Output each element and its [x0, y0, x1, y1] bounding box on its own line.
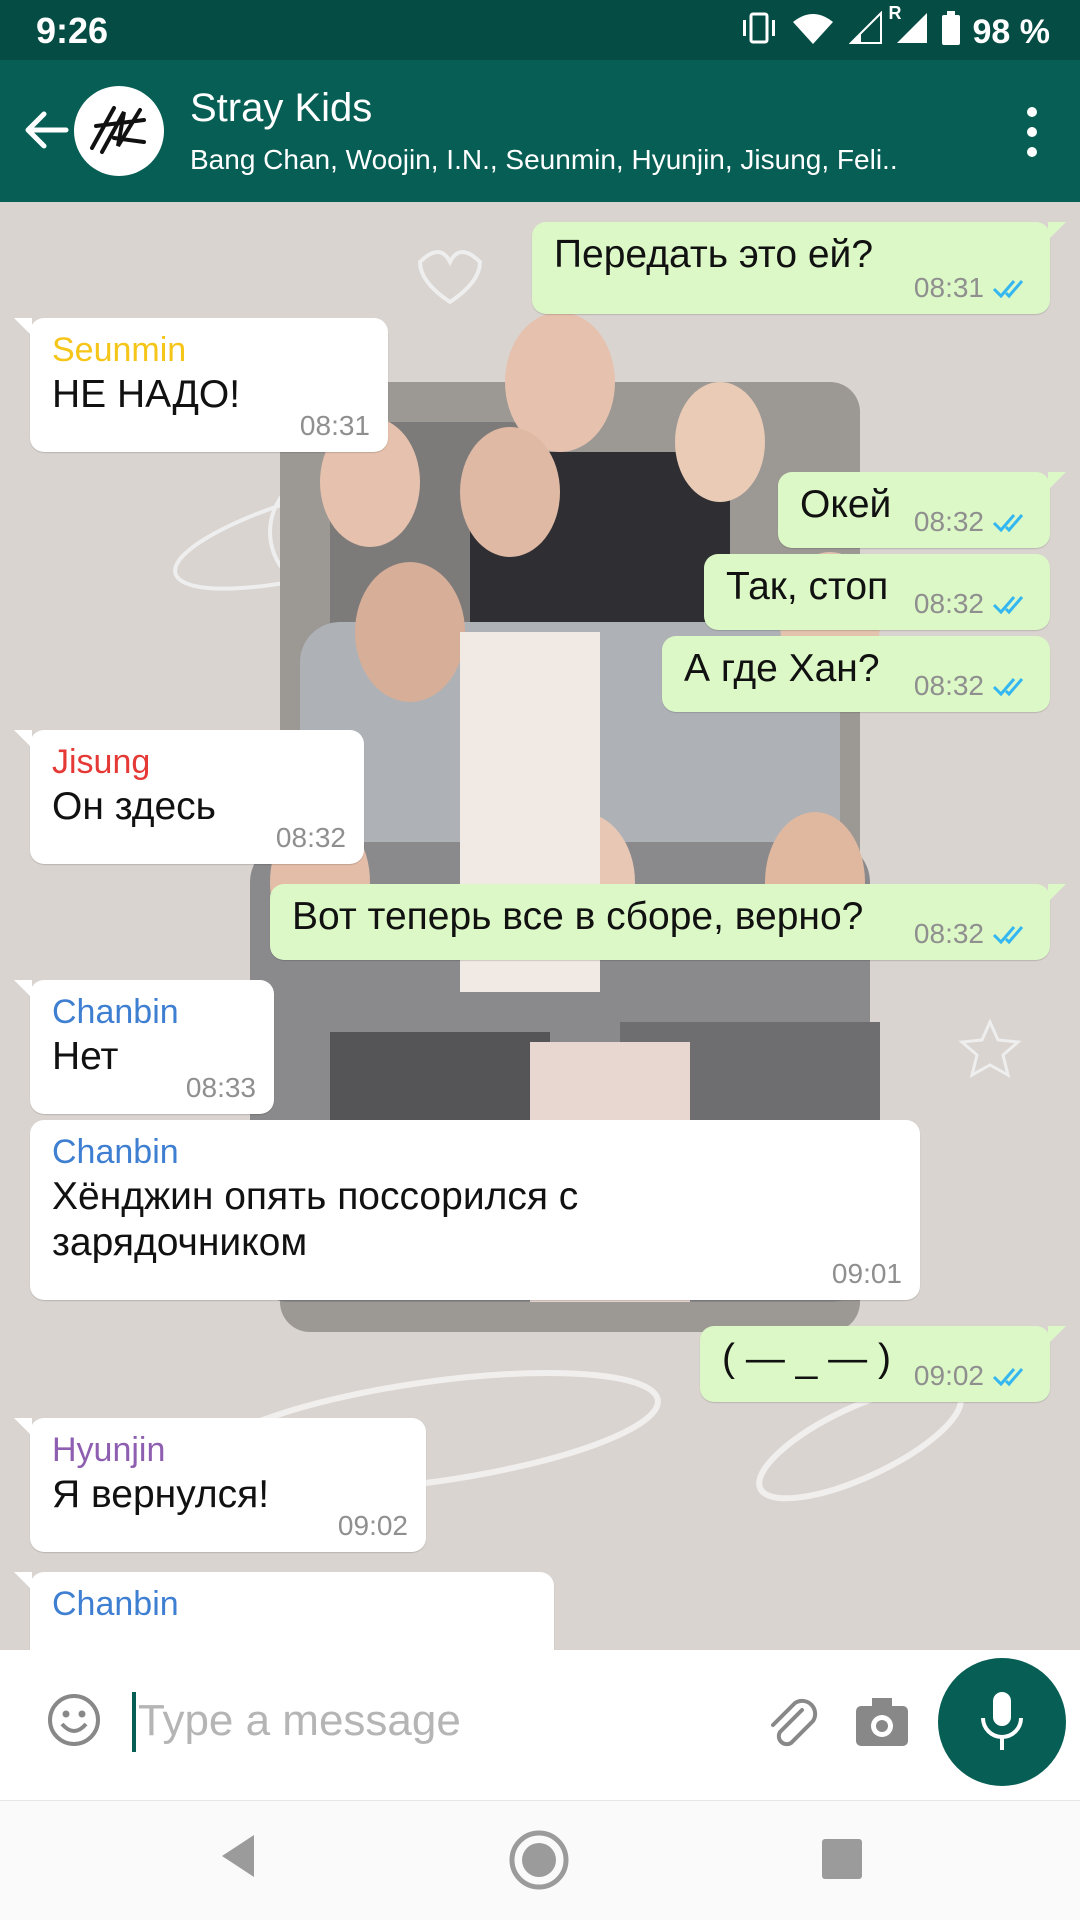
emoji-icon — [48, 1694, 100, 1746]
signal-icon — [848, 10, 883, 54]
wifi-icon — [791, 10, 837, 55]
recents-square-icon — [822, 1839, 862, 1879]
message-input[interactable] — [138, 1688, 638, 1754]
message-meta: 08:31 — [300, 410, 370, 442]
home-circle-icon — [509, 1830, 569, 1890]
message-time: 08:32 — [913, 670, 984, 701]
paperclip-icon — [771, 1698, 818, 1747]
battery-icon — [941, 11, 961, 54]
message-time: 08:32 — [913, 506, 984, 537]
message-meta: 08:31 — [914, 272, 1032, 304]
message-meta: 08:32 — [914, 506, 1032, 538]
message-sender[interactable]: Seunmin — [52, 328, 366, 372]
bubble-tail — [14, 1418, 32, 1436]
message-bubble[interactable]: А где Хан? 08:32 — [662, 636, 1050, 712]
message-time: 08:32 — [275, 822, 346, 853]
message-time: 09:02 — [337, 1510, 408, 1541]
double-check-icon — [992, 596, 1024, 615]
message-meta: 08:32 — [914, 918, 1032, 950]
message-bubble[interactable]: Hyunjin Я вернулся! 09:02 — [14, 1418, 426, 1552]
bubble-tail — [14, 980, 32, 998]
status-icons: R 98 % — [739, 3, 1051, 55]
voice-record-button[interactable] — [938, 1658, 1066, 1786]
more-vert-icon — [1027, 107, 1037, 157]
message-bubble[interactable]: Chanbin — [14, 1572, 554, 1650]
bubble-tail — [14, 1572, 32, 1590]
message-bubble[interactable]: ( — _ — ) 09:02 — [700, 1326, 1066, 1402]
message-bubble[interactable]: Передать это ей? 08:31 — [532, 222, 1066, 314]
message-meta: 09:01 — [832, 1258, 902, 1290]
message-sender[interactable]: Chanbin — [52, 990, 252, 1034]
chat-header: Stray Kids Bang Chan, Woojin, I.N., Seun… — [0, 60, 1080, 202]
message-time: 09:02 — [913, 1360, 984, 1391]
bubble-tail — [1048, 472, 1066, 490]
group-logo — [90, 106, 146, 154]
message-meta: 08:32 — [914, 670, 1032, 702]
message-time: 08:32 — [913, 588, 984, 619]
double-check-icon — [992, 678, 1024, 697]
bubble-tail — [1048, 222, 1066, 240]
battery-percent: 98 % — [972, 13, 1051, 51]
nav-home-button[interactable] — [508, 1829, 570, 1896]
message-composer — [14, 1658, 924, 1784]
message-time: 08:31 — [913, 272, 984, 303]
message-meta: 08:33 — [186, 1072, 256, 1104]
message-time: 08:32 — [913, 918, 984, 949]
double-check-icon — [992, 1368, 1024, 1387]
group-avatar[interactable] — [74, 86, 164, 176]
message-bubble[interactable]: Вот теперь все в сборе, верно? 08:32 — [270, 884, 1066, 960]
message-meta: 09:02 — [338, 1510, 408, 1542]
message-meta: 09:02 — [914, 1360, 1032, 1392]
camera-icon — [856, 1698, 908, 1746]
vibrate-icon — [739, 10, 779, 55]
bubble-tail — [14, 730, 32, 748]
attach-button[interactable] — [762, 1692, 822, 1752]
message-sender[interactable]: Jisung — [52, 740, 342, 784]
message-meta: 08:32 — [276, 822, 346, 854]
bubble-tail — [1048, 884, 1066, 902]
message-bubble[interactable]: Seunmin НЕ НАДО! 08:31 — [14, 318, 388, 452]
mic-icon — [981, 1692, 1023, 1750]
message-time: 09:01 — [831, 1258, 902, 1289]
emoji-button[interactable] — [46, 1692, 102, 1748]
system-nav-bar — [0, 1800, 1080, 1920]
double-check-icon — [992, 926, 1024, 945]
message-bubble[interactable]: Окей 08:32 — [778, 472, 1066, 548]
status-time: 9:26 — [36, 10, 109, 51]
double-check-icon — [992, 514, 1024, 533]
message-meta: 08:32 — [914, 588, 1032, 620]
double-check-icon — [992, 280, 1024, 299]
message-time: 08:31 — [299, 410, 370, 441]
text-cursor — [132, 1692, 136, 1752]
message-bubble[interactable]: Jisung Он здесь 08:32 — [14, 730, 364, 864]
more-options-button[interactable] — [1022, 104, 1042, 160]
message-text: Хёнджин опять поссорился с зарядочником — [52, 1175, 579, 1264]
bubble-tail — [14, 318, 32, 336]
chat-title[interactable]: Stray Kids — [190, 86, 372, 131]
roaming-label: R — [888, 3, 902, 23]
arrow-left-icon — [25, 111, 69, 149]
nav-recents-button[interactable] — [820, 1837, 864, 1886]
back-button[interactable] — [18, 102, 74, 158]
signal-roaming-icon: R — [889, 3, 929, 54]
message-bubble[interactable]: Так, стоп 08:32 — [704, 554, 1050, 630]
bubble-tail — [1048, 1326, 1066, 1344]
message-time: 08:33 — [185, 1072, 256, 1103]
message-bubble[interactable]: Chanbin Хёнджин опять поссорился с заряд… — [30, 1120, 920, 1300]
nav-back-button[interactable] — [216, 1831, 260, 1886]
chat-participants[interactable]: Bang Chan, Woojin, I.N., Seunmin, Hyunji… — [190, 144, 950, 176]
message-sender[interactable]: Chanbin — [52, 1582, 532, 1626]
status-bar: 9:26 R 98 % — [0, 0, 1080, 60]
message-sender[interactable]: Chanbin — [52, 1130, 898, 1174]
triangle-back-icon — [222, 1835, 254, 1877]
message-sender[interactable]: Hyunjin — [52, 1428, 404, 1472]
message-bubble[interactable]: Chanbin Нет 08:33 — [14, 980, 274, 1114]
chat-area[interactable]: Передать это ей? 08:31 Seunmin НЕ НАДО! … — [0, 202, 1080, 1650]
camera-button[interactable] — [852, 1694, 912, 1750]
